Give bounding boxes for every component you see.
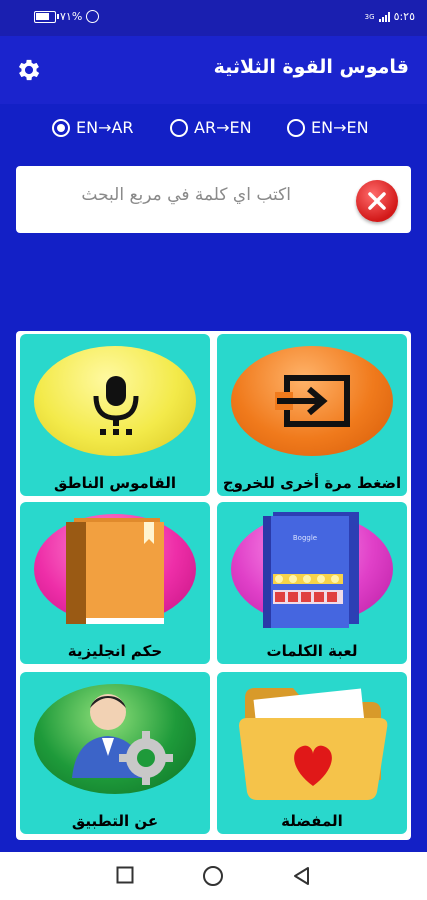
radio-ar-en[interactable]: AR→EN: [170, 118, 252, 137]
tile-english-quotes[interactable]: حكم انجليزية: [20, 502, 210, 664]
close-icon: [368, 192, 386, 210]
book-icon: [66, 518, 164, 624]
battery-fill: [36, 12, 49, 20]
gear-icon[interactable]: [15, 56, 43, 84]
tile-about-app[interactable]: عن التطبيق: [20, 672, 210, 834]
microphone-icon: [93, 376, 139, 435]
radio-en-en-indicator: [287, 118, 305, 137]
navigation-bar: [0, 852, 427, 900]
tile-talking-dictionary[interactable]: القاموس الناطق: [20, 334, 210, 496]
status-left: ٧١%: [34, 10, 100, 23]
tile-word-game-label: لعبة الكلمات: [266, 642, 358, 660]
square-icon[interactable]: [116, 866, 134, 884]
tile-exit-label: اضغط مرة أخرى للخروج: [222, 474, 402, 492]
signal-icon: [378, 11, 390, 22]
alarm-icon: [86, 10, 100, 23]
radio-en-en[interactable]: EN→EN: [287, 118, 369, 137]
network-type: 3G: [364, 12, 375, 21]
exit-icon: [275, 375, 350, 427]
radio-en-ar-indicator: [52, 118, 70, 137]
word-game-book-icon: Boggle: [263, 512, 359, 628]
battery-icon: [34, 10, 59, 23]
status-right: 3G ٥:٢٥: [365, 10, 415, 23]
radio-en-ar[interactable]: EN→AR: [52, 118, 134, 137]
radio-en-en-label: EN→EN: [311, 118, 369, 137]
heart-folder-icon: [239, 688, 388, 800]
search-input[interactable]: [29, 184, 293, 206]
tile-favorites-label: المفضلة: [281, 812, 343, 830]
triangle-back-icon[interactable]: [292, 866, 312, 886]
search-box: [16, 166, 411, 233]
circle-icon[interactable]: [202, 865, 224, 887]
clock: ٥:٢٥: [393, 10, 415, 23]
translation-mode-group: EN→AR AR→EN EN→EN: [0, 118, 427, 148]
app-bar: قاموس القوة الثلاثية: [0, 36, 427, 104]
tile-favorites[interactable]: المفضلة: [217, 672, 407, 834]
radio-en-ar-label: EN→AR: [76, 118, 134, 137]
user-gear-icon: [72, 694, 173, 785]
clear-search-button[interactable]: [356, 180, 398, 222]
radio-ar-en-label: AR→EN: [194, 118, 252, 137]
radio-ar-en-indicator: [170, 118, 188, 137]
app-title: قاموس القوة الثلاثية: [213, 56, 409, 78]
status-bar: ٧١% 3G ٥:٢٥: [0, 0, 427, 36]
tile-word-game[interactable]: Boggle لعبة الكلمات: [217, 502, 407, 664]
battery-percent: ٧١%: [60, 10, 83, 23]
menu-grid: اضغط مرة أخرى للخروج القاموس الناطق Bogg…: [16, 331, 411, 840]
tile-english-quotes-label: حكم انجليزية: [67, 642, 163, 660]
tile-exit[interactable]: اضغط مرة أخرى للخروج: [217, 334, 407, 496]
svg-text:Boggle: Boggle: [293, 534, 317, 542]
tile-talking-dictionary-label: القاموس الناطق: [54, 474, 176, 492]
tile-about-app-label: عن التطبيق: [71, 812, 159, 830]
